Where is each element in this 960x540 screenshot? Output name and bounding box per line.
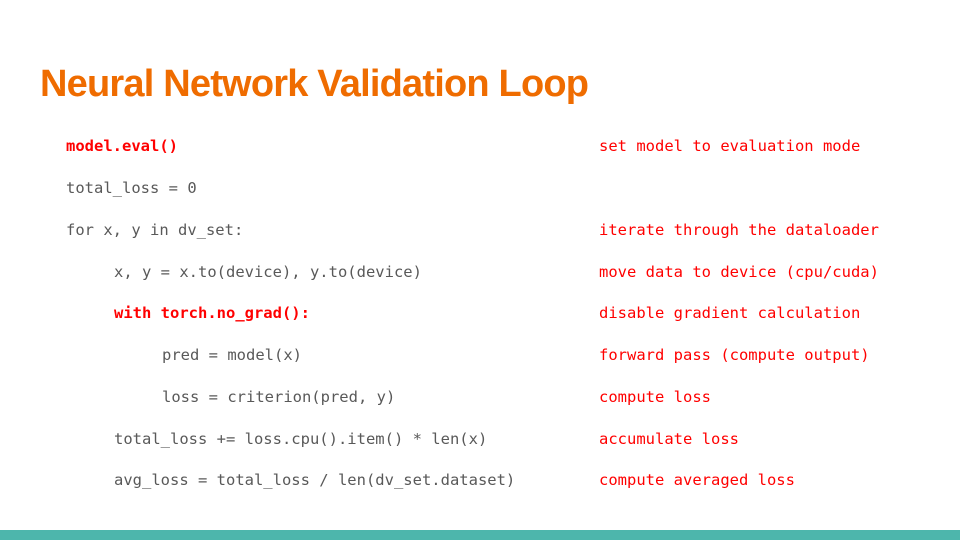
comment-eval-mode: set model to evaluation mode xyxy=(599,137,861,155)
code-line-avg-loss: avg_loss = total_loss / len(dv_set.datas… xyxy=(114,471,516,489)
slide: Neural Network Validation Loop model.eva… xyxy=(0,0,960,540)
code-line-for-loop: for x, y in dv_set: xyxy=(66,221,244,239)
comment-accumulate-loss: accumulate loss xyxy=(599,430,739,448)
comment-forward-pass: forward pass (compute output) xyxy=(599,346,870,364)
comment-averaged-loss: compute averaged loss xyxy=(599,471,795,489)
code-line-accumulate-loss: total_loss += loss.cpu().item() * len(x) xyxy=(114,430,488,448)
comment-disable-gradient: disable gradient calculation xyxy=(599,304,861,322)
code-line-compute-loss: loss = criterion(pred, y) xyxy=(162,388,396,406)
comment-compute-loss: compute loss xyxy=(599,388,711,406)
code-line-no-grad: with torch.no_grad(): xyxy=(114,304,310,322)
code-line-total-loss-init: total_loss = 0 xyxy=(66,179,197,197)
code-line-model-eval: model.eval() xyxy=(66,137,178,155)
code-line-forward-pass: pred = model(x) xyxy=(162,346,302,364)
code-line-to-device: x, y = x.to(device), y.to(device) xyxy=(114,263,422,281)
slide-title: Neural Network Validation Loop xyxy=(40,63,589,105)
comment-iterate-dataloader: iterate through the dataloader xyxy=(599,221,879,239)
comment-move-to-device: move data to device (cpu/cuda) xyxy=(599,263,879,281)
footer-accent-bar xyxy=(0,530,960,540)
